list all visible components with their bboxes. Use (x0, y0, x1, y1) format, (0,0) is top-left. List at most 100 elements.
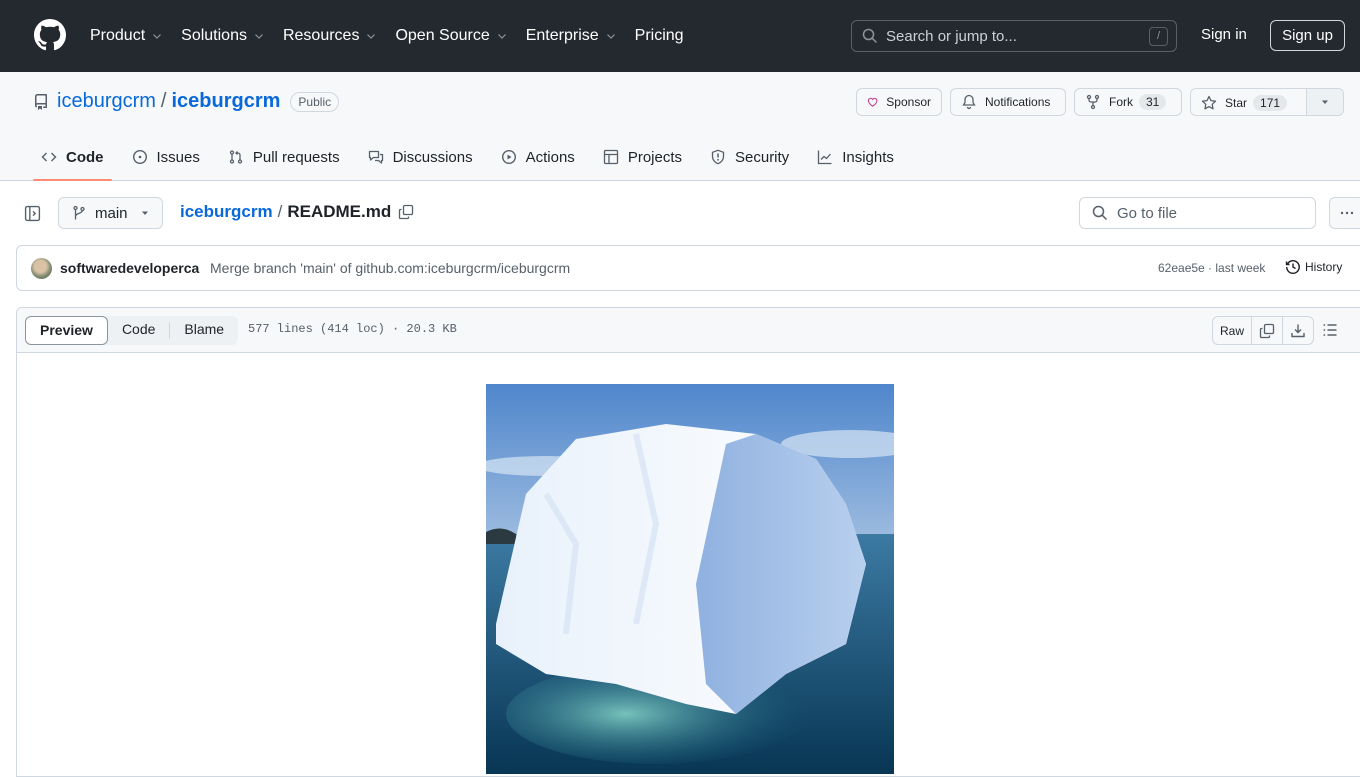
copy-icon (1259, 323, 1275, 338)
caret-down-icon (141, 211, 148, 215)
tab-code[interactable]: Code (33, 138, 112, 181)
download-button[interactable] (1283, 317, 1313, 344)
star-icon (1201, 95, 1217, 110)
star-button-group: Star 171 (1190, 88, 1344, 116)
view-mode-switcher: Preview Code Blame (25, 316, 239, 345)
github-logo-icon[interactable] (34, 19, 66, 51)
raw-button[interactable]: Raw (1213, 317, 1253, 344)
star-dropdown-button[interactable] (1307, 89, 1343, 115)
nav-label: Solutions (181, 27, 247, 44)
download-icon (1291, 324, 1305, 337)
nav-resources[interactable]: Resources (283, 27, 377, 45)
file-viewer: Preview Code Blame 577 lines (414 loc) ·… (16, 307, 1360, 777)
repo-name-link[interactable]: iceburgcrm (171, 90, 280, 113)
tab-actions[interactable]: Actions (493, 138, 583, 176)
nav-solutions[interactable]: Solutions (181, 27, 265, 45)
commit-message-link[interactable]: Merge branch 'main' of github.com:icebur… (210, 260, 570, 276)
history-icon (1285, 260, 1300, 275)
search-icon (862, 28, 878, 44)
iceberg-illustration (486, 384, 894, 774)
nav-label: Open Source (395, 27, 490, 44)
breadcrumb-separator: / (277, 202, 283, 221)
fork-icon (1086, 94, 1100, 110)
tab-projects[interactable]: Projects (595, 138, 690, 176)
tab-discussions[interactable]: Discussions (360, 138, 481, 176)
nav-pricing[interactable]: Pricing (635, 27, 684, 45)
issue-icon (132, 149, 147, 165)
tab-label: Discussions (392, 148, 473, 166)
copy-raw-button[interactable] (1252, 317, 1284, 344)
search-placeholder: Search or jump to... (886, 27, 1017, 45)
chevron-down-icon (497, 34, 506, 39)
view-blame-button[interactable]: Blame (170, 316, 238, 345)
pull-request-icon (229, 150, 243, 164)
repo-header: iceburgcrm / iceburgcrm Public Sponsor N… (0, 72, 1360, 181)
nav-open-source[interactable]: Open Source (395, 27, 507, 45)
nav-label: Product (90, 27, 146, 44)
latest-commit-box: softwaredeveloperca Merge branch 'main' … (16, 245, 1360, 291)
fork-count: 31 (1139, 94, 1167, 110)
tab-security[interactable]: Security (702, 138, 797, 176)
chevron-down-icon (367, 34, 376, 39)
repo-owner-link[interactable]: iceburgcrm (57, 90, 156, 113)
go-to-file-input[interactable]: Go to file (1079, 197, 1316, 229)
file-info: 577 lines (414 loc) · 20.3 KB (248, 322, 457, 336)
notifications-button[interactable]: Notifications (950, 88, 1066, 116)
fork-button[interactable]: Fork 31 (1074, 88, 1182, 116)
discussions-icon (368, 150, 383, 164)
nav-label: Enterprise (525, 27, 599, 44)
chevron-down-icon (255, 34, 263, 39)
nav-label: Pricing (634, 27, 684, 44)
nav-label: Resources (282, 27, 360, 44)
view-code-button[interactable]: Code (108, 316, 169, 345)
global-header: Product Solutions Resources Open Source … (0, 0, 1360, 72)
tab-pull-requests[interactable]: Pull requests (220, 138, 348, 176)
readme-iceberg-image (486, 384, 894, 774)
go-to-file-placeholder: Go to file (1117, 204, 1178, 222)
view-preview-button[interactable]: Preview (25, 316, 108, 345)
nav-enterprise[interactable]: Enterprise (526, 27, 617, 45)
search-shortcut-key: / (1149, 27, 1168, 46)
star-count: 171 (1253, 95, 1288, 111)
outline-list-icon[interactable] (1322, 322, 1338, 338)
sponsor-button[interactable]: Sponsor (856, 88, 942, 116)
tab-label: Insights (842, 148, 894, 166)
notifications-label: Notifications (985, 95, 1051, 109)
repo-actions: Sponsor Notifications Fork 31 Star 171 (856, 88, 1344, 116)
sign-in-link[interactable]: Sign in (1201, 26, 1247, 43)
table-icon (603, 149, 618, 165)
sign-up-button[interactable]: Sign up (1270, 20, 1345, 51)
branch-selector[interactable]: main (58, 197, 163, 229)
tab-issues[interactable]: Issues (124, 138, 208, 176)
tab-label: Security (735, 148, 790, 166)
copy-path-icon[interactable] (398, 204, 414, 220)
tab-label: Code (66, 148, 104, 166)
branch-name: main (95, 204, 128, 222)
history-label: History (1305, 260, 1343, 274)
tab-label: Issues (156, 148, 200, 166)
heart-icon (867, 97, 878, 107)
sidebar-expand-icon[interactable] (24, 205, 41, 222)
caret-down-icon (1322, 100, 1328, 104)
branch-icon (73, 205, 85, 220)
avatar[interactable] (31, 258, 52, 279)
commit-author-link[interactable]: softwaredeveloperca (60, 260, 199, 276)
fork-label: Fork (1109, 95, 1133, 109)
visibility-badge: Public (290, 91, 340, 112)
tab-label: Pull requests (252, 148, 340, 166)
sponsor-label: Sponsor (886, 95, 931, 109)
nav-product[interactable]: Product (90, 27, 163, 45)
star-label: Star (1225, 96, 1248, 110)
kebab-horizontal-icon (1340, 211, 1354, 215)
bell-icon (962, 94, 976, 110)
repo-separator: / (160, 90, 167, 112)
breadcrumb-repo-link[interactable]: iceburgcrm (180, 202, 273, 222)
more-options-button[interactable] (1329, 197, 1360, 229)
star-button[interactable]: Star 171 (1191, 89, 1307, 115)
breadcrumb-file-name: README.md (287, 202, 392, 221)
history-link[interactable]: History (1285, 259, 1342, 275)
commit-hash-time[interactable]: 62eae5e · last week (1158, 261, 1265, 275)
global-search-input[interactable]: Search or jump to... / (851, 20, 1177, 52)
tab-insights[interactable]: Insights (809, 138, 902, 176)
repo-tabs: Code Issues Pull requests Discussions Ac… (33, 138, 914, 181)
